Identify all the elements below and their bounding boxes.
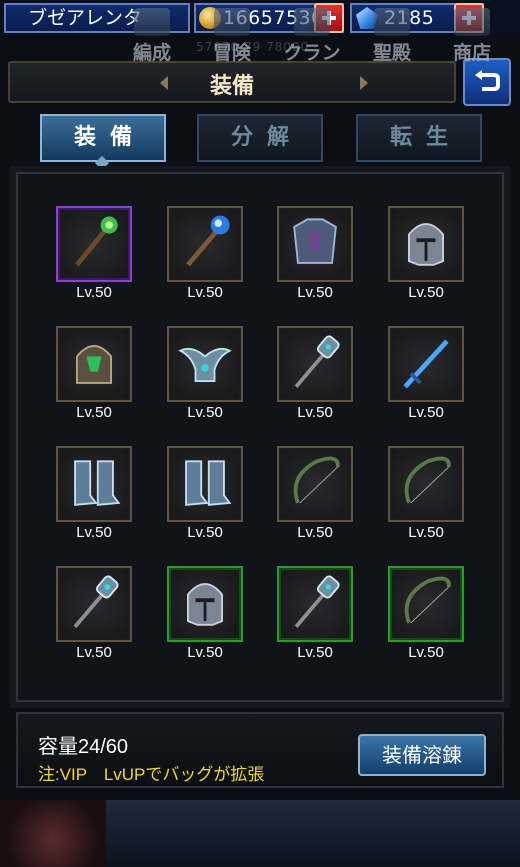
inventory-slot[interactable] [277, 446, 353, 522]
item-level: Lv.50 [187, 524, 223, 541]
page-title: 装備 [209, 74, 254, 99]
nav-adventure[interactable]: 冒険 [192, 8, 272, 67]
nature-staff-icon [75, 216, 118, 267]
inventory-slot[interactable] [388, 326, 464, 402]
nav-temple[interactable]: 聖殿 [352, 8, 432, 67]
bow-icon [404, 576, 451, 624]
bow-icon [293, 456, 340, 504]
knight-helmet-icon [408, 223, 444, 266]
inventory-slot[interactable] [277, 566, 353, 642]
inventory-slot[interactable] [167, 446, 243, 522]
emblem-icon[interactable] [0, 800, 106, 867]
inventory-slot[interactable] [56, 206, 132, 282]
capacity-text: 容量24/60 [38, 736, 129, 758]
nav-clan-label: クラン [283, 42, 341, 64]
inventory-footer: 容量24/60 注:VIP LvUPでバッグが拡張 装備溶錬 [16, 712, 504, 788]
inventory-slot[interactable] [388, 566, 464, 642]
item-level: Lv.50 [187, 284, 223, 301]
item-level: Lv.50 [408, 524, 444, 541]
item-level: Lv.50 [297, 404, 333, 421]
nav-shop[interactable]: 商店 [432, 8, 512, 67]
item-level: Lv.50 [297, 524, 333, 541]
inventory-slot[interactable] [388, 446, 464, 522]
winged-helmet-icon [178, 347, 232, 382]
clan-icon [294, 8, 330, 36]
nav-formation[interactable]: 編成 [112, 8, 192, 67]
chest-armor-icon [293, 218, 337, 264]
shop-icon [454, 8, 490, 36]
nav-formation-label: 編成 [132, 42, 171, 64]
nav-temple-label: 聖殿 [372, 42, 411, 64]
item-level: Lv.50 [76, 644, 112, 661]
adventure-icon [214, 8, 250, 36]
item-level: Lv.50 [187, 644, 223, 661]
tab-disassemble[interactable]: 分解 [197, 114, 323, 162]
item-level: Lv.50 [408, 644, 444, 661]
inventory-panel: Lv.50 Lv.50 Lv.50 Lv.50 Lv.50 Lv.50 Lv.50 Lv.50… [10, 166, 510, 708]
green-helmet-icon [76, 345, 112, 384]
page-header: 装備 [8, 61, 456, 103]
inventory-slot[interactable] [167, 566, 243, 642]
item-level: Lv.50 [187, 404, 223, 421]
vip-note: 注:VIP LvUPでバッグが拡張 [38, 765, 265, 784]
nav-shop-label: 商店 [452, 42, 491, 64]
crystal-staff-icon [186, 215, 230, 267]
knight-helmet-icon [187, 583, 223, 626]
mace-icon [294, 335, 340, 388]
inventory-slot[interactable] [388, 206, 464, 282]
item-level: Lv.50 [297, 644, 333, 661]
tab-equipment[interactable]: 装備 [40, 114, 166, 162]
header-right-ornament-icon [360, 76, 368, 90]
item-level: Lv.50 [76, 524, 112, 541]
inventory-slot[interactable] [167, 326, 243, 402]
inventory-slot[interactable] [167, 206, 243, 282]
mace-icon [294, 575, 340, 628]
inventory-slot[interactable] [277, 206, 353, 282]
inventory-slot[interactable] [56, 446, 132, 522]
item-level: Lv.50 [76, 284, 112, 301]
return-arrow-icon [475, 70, 500, 91]
item-level: Lv.50 [408, 284, 444, 301]
mace-icon [73, 575, 119, 628]
inventory-slot[interactable] [277, 326, 353, 402]
tab-reincarnate[interactable]: 転生 [356, 114, 482, 162]
item-level: Lv.50 [297, 284, 333, 301]
item-level: Lv.50 [408, 404, 444, 421]
nav-clan[interactable]: クラン [272, 8, 352, 67]
inventory-slot[interactable] [56, 326, 132, 402]
inventory-slot[interactable] [56, 566, 132, 642]
temple-icon [374, 8, 410, 36]
nav-adventure-label: 冒険 [212, 42, 251, 64]
smelt-equipment-button[interactable]: 装備溶錬 [358, 734, 486, 776]
formation-icon [134, 8, 170, 36]
greaves-icon [185, 460, 232, 506]
bow-icon [404, 456, 451, 504]
blue-sword-icon [403, 339, 449, 389]
item-level: Lv.50 [76, 404, 112, 421]
greaves-icon [74, 460, 121, 506]
